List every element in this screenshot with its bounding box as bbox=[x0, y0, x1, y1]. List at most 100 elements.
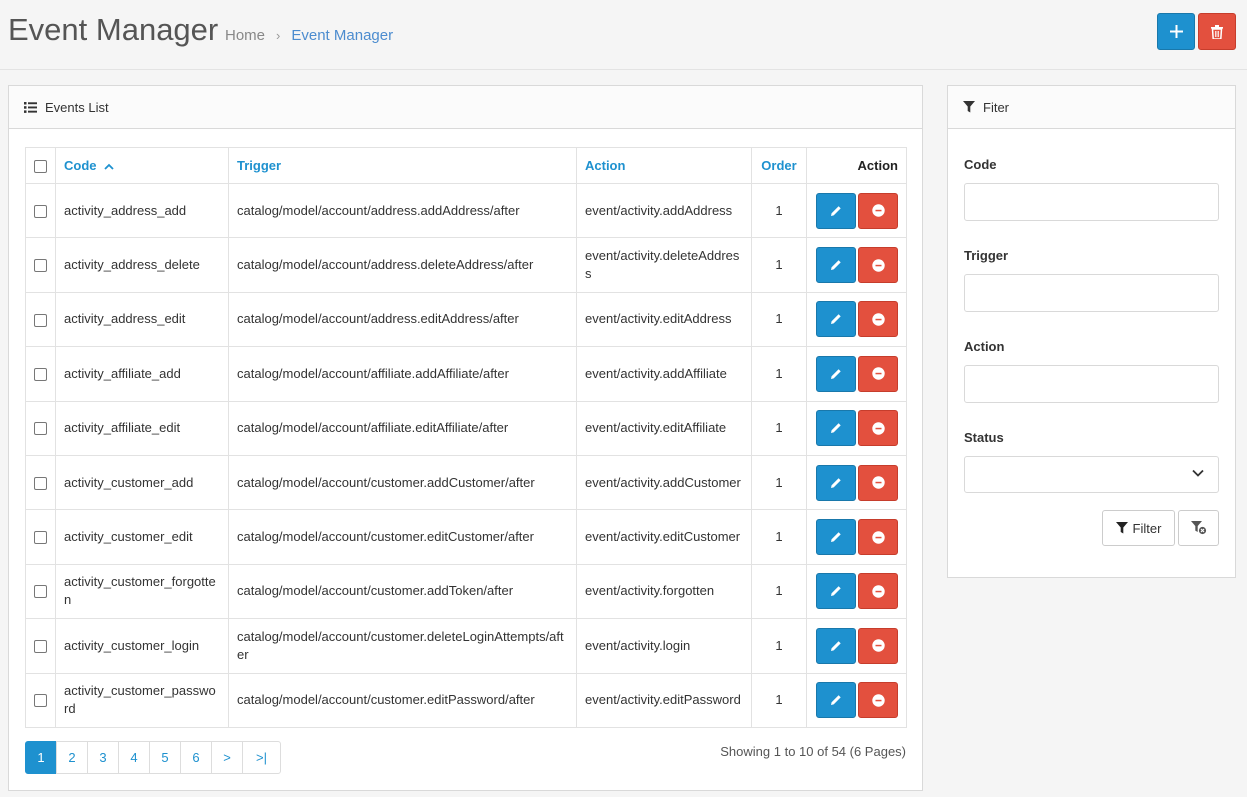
row-select-checkbox[interactable] bbox=[34, 367, 47, 381]
row-select-checkbox[interactable] bbox=[34, 639, 47, 653]
cell-code: activity_address_add bbox=[55, 182, 229, 239]
row-select-checkbox[interactable] bbox=[34, 476, 47, 490]
filter-reset-button[interactable] bbox=[1178, 510, 1219, 546]
cell-order: 1 bbox=[751, 618, 807, 674]
cell-trigger: catalog/model/account/address.addAddress… bbox=[228, 182, 577, 239]
minus-circle-icon bbox=[871, 258, 885, 272]
minus-circle-icon bbox=[871, 476, 885, 489]
edit-button[interactable] bbox=[816, 192, 856, 229]
remove-button[interactable] bbox=[858, 355, 898, 392]
remove-button[interactable] bbox=[858, 301, 898, 338]
events-table: Code Trigger Action Order Action activit… bbox=[25, 147, 907, 728]
filter-panel: Fiter Code Trigger Action Status Filter bbox=[947, 85, 1236, 578]
pencil-icon bbox=[831, 314, 841, 325]
cell-action: event/activity.addAddress bbox=[576, 182, 752, 239]
cell-action: event/activity.deleteAddress bbox=[576, 237, 752, 293]
breadcrumb-home-link[interactable]: Home bbox=[225, 27, 265, 44]
cell-row-actions bbox=[806, 509, 907, 565]
breadcrumb-current-link[interactable]: Event Manager bbox=[291, 27, 393, 44]
filter-code-input[interactable] bbox=[964, 183, 1219, 221]
pagination-link[interactable]: >| bbox=[242, 741, 281, 774]
cell-row-actions bbox=[806, 291, 907, 348]
cell-trigger: catalog/model/account/customer.editPassw… bbox=[228, 672, 577, 728]
breadcrumb: Home › Event Manager bbox=[225, 27, 393, 44]
cell-code: activity_address_delete bbox=[55, 237, 229, 293]
page-header: Event Manager Home › Event Manager bbox=[0, 0, 1247, 70]
pencil-icon bbox=[831, 477, 841, 488]
filter-submit-button[interactable]: Filter bbox=[1102, 510, 1175, 546]
edit-button[interactable] bbox=[816, 301, 856, 338]
edit-button[interactable] bbox=[816, 247, 856, 284]
delete-selected-button[interactable] bbox=[1198, 13, 1236, 50]
cell-code: activity_affiliate_edit bbox=[55, 400, 229, 456]
filter-action-input[interactable] bbox=[964, 365, 1219, 403]
cell-row-actions bbox=[806, 618, 907, 674]
edit-button[interactable] bbox=[816, 410, 856, 447]
edit-button[interactable] bbox=[816, 682, 856, 719]
row-select-cell bbox=[25, 291, 56, 348]
cell-row-actions bbox=[806, 237, 907, 293]
filter-title: Fiter bbox=[983, 99, 1009, 115]
chevron-down-icon bbox=[1192, 469, 1204, 477]
row-select-checkbox[interactable] bbox=[34, 204, 47, 218]
pagination-link[interactable]: 1 bbox=[25, 741, 57, 774]
remove-button[interactable] bbox=[858, 464, 898, 501]
cell-action: event/activity.editCustomer bbox=[576, 509, 752, 565]
edit-button[interactable] bbox=[816, 519, 856, 556]
pagination-link[interactable]: > bbox=[211, 741, 243, 774]
column-header-order[interactable]: Order bbox=[751, 147, 807, 184]
remove-button[interactable] bbox=[858, 682, 898, 719]
table-row: activity_customer_add catalog/model/accou… bbox=[25, 454, 907, 511]
add-new-button[interactable] bbox=[1157, 13, 1195, 50]
column-header-trigger[interactable]: Trigger bbox=[228, 147, 577, 184]
cell-row-actions bbox=[806, 563, 907, 620]
cell-order: 1 bbox=[751, 346, 807, 402]
pencil-icon bbox=[831, 205, 841, 216]
row-select-checkbox[interactable] bbox=[34, 585, 47, 599]
remove-button[interactable] bbox=[858, 573, 898, 610]
filter-submit-label: Filter bbox=[1132, 520, 1162, 536]
row-select-cell bbox=[25, 509, 56, 565]
edit-button[interactable] bbox=[816, 573, 856, 610]
cell-code: activity_customer_forgotten bbox=[55, 563, 229, 620]
minus-circle-icon bbox=[871, 530, 885, 544]
cell-order: 1 bbox=[751, 237, 807, 293]
cell-action: event/activity.forgotten bbox=[576, 563, 752, 620]
cell-order: 1 bbox=[751, 563, 807, 620]
edit-button[interactable] bbox=[816, 464, 856, 501]
remove-button[interactable] bbox=[858, 627, 898, 664]
minus-circle-icon bbox=[871, 367, 885, 381]
row-select-checkbox[interactable] bbox=[34, 531, 47, 545]
edit-button[interactable] bbox=[816, 627, 856, 664]
pagination-link[interactable]: 2 bbox=[56, 741, 88, 774]
cell-action: event/activity.addCustomer bbox=[576, 454, 752, 511]
row-select-checkbox[interactable] bbox=[34, 422, 47, 436]
pagination-link[interactable]: 4 bbox=[118, 741, 150, 774]
table-row: activity_address_edit catalog/model/accou… bbox=[25, 291, 907, 348]
cell-order: 1 bbox=[751, 400, 807, 456]
remove-button[interactable] bbox=[858, 247, 898, 284]
cell-row-actions bbox=[806, 400, 907, 456]
row-select-checkbox[interactable] bbox=[34, 694, 47, 708]
breadcrumb-separator: › bbox=[276, 28, 281, 43]
pagination-link[interactable]: 5 bbox=[149, 741, 181, 774]
remove-button[interactable] bbox=[858, 192, 898, 229]
pagination-link[interactable]: 3 bbox=[87, 741, 119, 774]
filter-trigger-input[interactable] bbox=[964, 274, 1219, 312]
pagination-link[interactable]: 6 bbox=[180, 741, 212, 774]
filter-status-select[interactable] bbox=[964, 456, 1219, 493]
filter-trigger-group: Trigger bbox=[964, 248, 1219, 312]
pagination: 1 2 3 4 5 6 > >| bbox=[25, 741, 281, 774]
remove-button[interactable] bbox=[858, 519, 898, 556]
edit-button[interactable] bbox=[816, 355, 856, 392]
column-header-action[interactable]: Action bbox=[576, 147, 752, 184]
cell-trigger: catalog/model/account/affiliate.addAffil… bbox=[228, 346, 577, 402]
cell-code: activity_customer_login bbox=[55, 618, 229, 674]
row-select-checkbox[interactable] bbox=[34, 313, 47, 327]
cell-trigger: catalog/model/account/customer.addCustom… bbox=[228, 454, 577, 511]
row-select-checkbox[interactable] bbox=[34, 259, 47, 273]
select-all-checkbox[interactable] bbox=[34, 160, 47, 174]
cell-order: 1 bbox=[751, 182, 807, 239]
column-header-code[interactable]: Code bbox=[55, 147, 229, 184]
remove-button[interactable] bbox=[858, 410, 898, 447]
